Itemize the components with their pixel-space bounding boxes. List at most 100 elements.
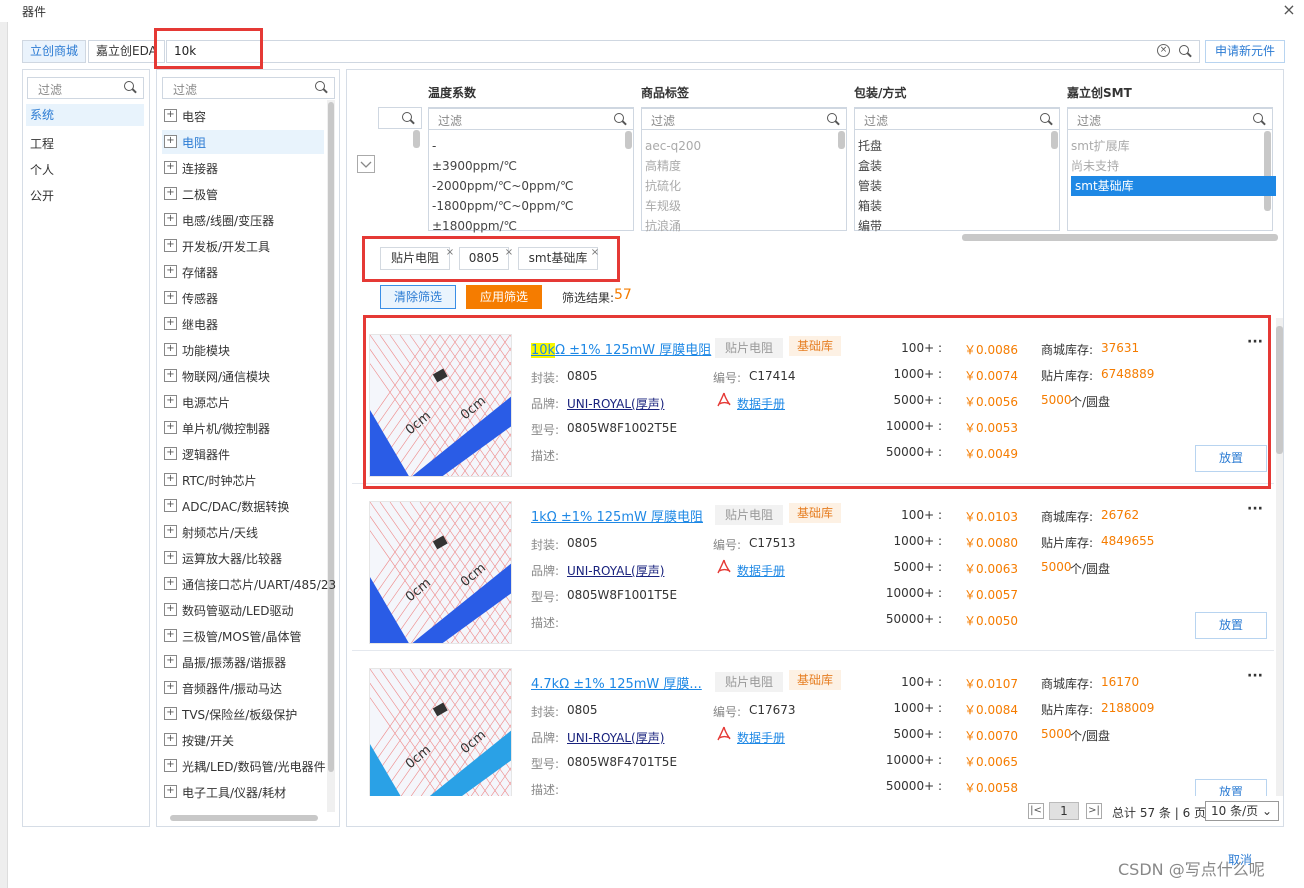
- page-size-select[interactable]: 10 条/页 ⌄: [1205, 801, 1279, 821]
- expand-plus-icon[interactable]: +: [164, 733, 177, 746]
- expand-plus-icon[interactable]: +: [164, 499, 177, 512]
- category-item[interactable]: + 电容: [162, 104, 324, 128]
- expand-plus-icon[interactable]: +: [164, 655, 177, 668]
- product-name-link[interactable]: 1kΩ ±1% 125mW 厚膜电阻: [531, 506, 703, 525]
- expand-plus-icon[interactable]: +: [164, 317, 177, 330]
- category-item[interactable]: + 连接器: [162, 156, 324, 180]
- filter-column-search-icon[interactable]: [827, 113, 840, 126]
- category-item[interactable]: + 传感器: [162, 286, 324, 310]
- filter-option[interactable]: 高精度: [645, 156, 681, 176]
- expand-plus-icon[interactable]: +: [164, 785, 177, 798]
- library-item-system[interactable]: 系统: [26, 104, 144, 126]
- filter-option[interactable]: 管装: [858, 176, 882, 196]
- expand-plus-icon[interactable]: +: [164, 161, 177, 174]
- category-item[interactable]: + 开发板/开发工具: [162, 234, 324, 258]
- filter-option[interactable]: -2000ppm/℃~0ppm/℃: [432, 176, 573, 196]
- search-input[interactable]: [166, 40, 1200, 63]
- expand-plus-icon[interactable]: +: [164, 707, 177, 720]
- filter-option[interactable]: 箱装: [858, 196, 882, 216]
- expand-plus-icon[interactable]: +: [164, 369, 177, 382]
- apply-new-component-button[interactable]: 申请新元件: [1205, 40, 1285, 63]
- category-item[interactable]: + 逻辑器件: [162, 442, 324, 466]
- expand-plus-icon[interactable]: +: [164, 759, 177, 772]
- filter-option[interactable]: -1800ppm/℃~0ppm/℃: [432, 196, 573, 216]
- expand-plus-icon[interactable]: +: [164, 239, 177, 252]
- datasheet-link[interactable]: 数据手册: [737, 562, 785, 579]
- category-scrollbar-thumb[interactable]: [328, 102, 334, 772]
- filter-option[interactable]: 车规级: [645, 196, 681, 216]
- filters-hscrollbar-thumb[interactable]: [962, 234, 1278, 241]
- filter-column-scroll-thumb[interactable]: [1051, 131, 1058, 149]
- filter-option[interactable]: -: [432, 136, 436, 156]
- expand-plus-icon[interactable]: +: [164, 473, 177, 486]
- filter-option[interactable]: 尚未支持: [1071, 156, 1119, 176]
- filter-option[interactable]: smt扩展库: [1071, 136, 1130, 156]
- filter-column-scroll-thumb[interactable]: [1264, 131, 1271, 211]
- category-item[interactable]: + 光耦/LED/数码管/光电器件: [162, 754, 326, 778]
- brand-link[interactable]: UNI-ROYAL(厚声): [567, 729, 664, 746]
- category-item[interactable]: + TVS/保险丝/板级保护: [162, 702, 324, 726]
- category-item[interactable]: + 晶振/振荡器/谐振器: [162, 650, 324, 674]
- expand-plus-icon[interactable]: +: [164, 395, 177, 408]
- expand-plus-icon[interactable]: +: [164, 525, 177, 538]
- more-options-icon[interactable]: ···: [1247, 668, 1263, 684]
- expand-plus-icon[interactable]: +: [164, 135, 177, 148]
- library-item-public[interactable]: 公开: [30, 187, 54, 204]
- more-options-icon[interactable]: ···: [1247, 501, 1263, 517]
- filter-option[interactable]: aec-q200: [645, 136, 701, 156]
- filter-column-search-icon[interactable]: [614, 113, 627, 126]
- category-item[interactable]: + 射频芯片/天线: [162, 520, 324, 544]
- product-name-link[interactable]: 4.7kΩ ±1% 125mW 厚膜...: [531, 673, 702, 692]
- product-scrollbar-thumb[interactable]: [1276, 326, 1283, 454]
- filter-option[interactable]: ±1800ppm/℃: [432, 216, 517, 236]
- category-item[interactable]: + 单片机/微控制器: [162, 416, 324, 440]
- filter-option[interactable]: smt基础库: [1071, 176, 1276, 196]
- category-item[interactable]: + 通信接口芯片/UART/485/23: [162, 572, 336, 596]
- library-item-personal[interactable]: 个人: [30, 161, 54, 178]
- first-page-button[interactable]: |<: [1028, 803, 1044, 819]
- expand-plus-icon[interactable]: +: [164, 551, 177, 564]
- expand-plus-icon[interactable]: +: [164, 603, 177, 616]
- category-item[interactable]: + 电源芯片: [162, 390, 324, 414]
- expand-plus-icon[interactable]: +: [164, 109, 177, 122]
- category-item[interactable]: + 功能模块: [162, 338, 324, 362]
- expand-plus-icon[interactable]: +: [164, 629, 177, 642]
- place-button[interactable]: 放置: [1195, 779, 1267, 796]
- expand-plus-icon[interactable]: +: [164, 213, 177, 226]
- category-filter-search-icon[interactable]: [315, 81, 328, 94]
- category-item[interactable]: + 数码管驱动/LED驱动: [162, 598, 324, 622]
- category-item[interactable]: + 电阻: [162, 130, 324, 154]
- brand-link[interactable]: UNI-ROYAL(厚声): [567, 562, 664, 579]
- category-item[interactable]: + 继电器: [162, 312, 324, 336]
- filter-column-search-icon[interactable]: [1253, 113, 1266, 126]
- expand-plus-icon[interactable]: +: [164, 421, 177, 434]
- expand-plus-icon[interactable]: +: [164, 291, 177, 304]
- library-item-project[interactable]: 工程: [30, 135, 54, 152]
- expand-plus-icon[interactable]: +: [164, 447, 177, 460]
- last-page-button[interactable]: >|: [1086, 803, 1102, 819]
- tab-lcsc-mall[interactable]: 立创商城: [22, 40, 87, 63]
- filter-option[interactable]: 抗浪涌: [645, 216, 681, 236]
- expand-plus-icon[interactable]: +: [164, 681, 177, 694]
- category-item[interactable]: + 按键/开关: [162, 728, 324, 752]
- filter-column-search-icon[interactable]: [1040, 113, 1053, 126]
- library-filter-search-icon[interactable]: [124, 81, 137, 94]
- expand-plus-icon[interactable]: +: [164, 577, 177, 590]
- expand-filters-button[interactable]: [357, 155, 375, 173]
- category-item[interactable]: + 运算放大器/比较器: [162, 546, 324, 570]
- category-hscrollbar-thumb[interactable]: [170, 815, 318, 821]
- partial-filter-input[interactable]: [378, 107, 422, 129]
- category-item[interactable]: + 二极管: [162, 182, 324, 206]
- category-item[interactable]: + ADC/DAC/数据转换: [162, 494, 324, 518]
- filter-column-scroll-thumb[interactable]: [838, 131, 845, 149]
- expand-plus-icon[interactable]: +: [164, 265, 177, 278]
- partial-filter-search-icon[interactable]: [402, 112, 415, 125]
- partial-filter-scroll-thumb[interactable]: [413, 130, 420, 148]
- category-item[interactable]: + 物联网/通信模块: [162, 364, 324, 388]
- filter-option[interactable]: 盒装: [858, 156, 882, 176]
- current-page[interactable]: 1: [1049, 802, 1079, 820]
- search-icon[interactable]: [1179, 45, 1192, 58]
- expand-plus-icon[interactable]: +: [164, 187, 177, 200]
- category-item[interactable]: + 电感/线圈/变压器: [162, 208, 324, 232]
- close-icon[interactable]: ×: [1279, 0, 1299, 19]
